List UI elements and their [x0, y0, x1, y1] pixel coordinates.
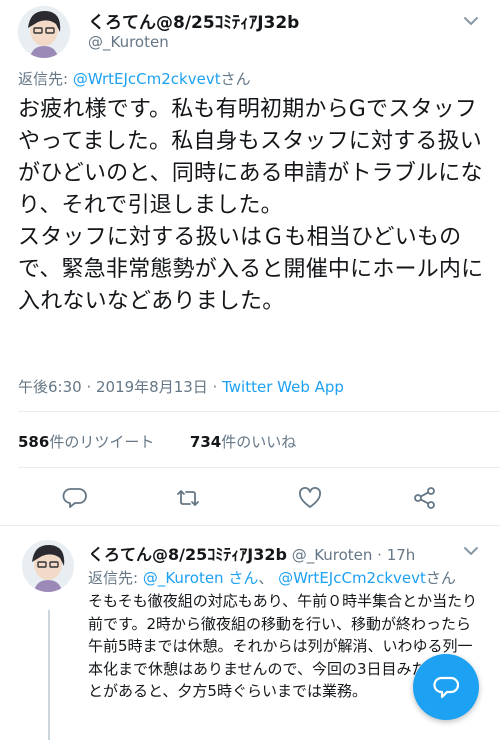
compose-button[interactable]: [413, 654, 479, 720]
reply-to-user-link[interactable]: @WrtEJcCm2ckvevt: [278, 569, 426, 587]
reply-header: くろてん@8/25ｺﾐﾃｨｱJ32b @_Kuroten · 17h: [88, 541, 415, 565]
action-bar: [0, 485, 500, 515]
reply-to-line: 返信先: @_Kuroten さん、 @WrtEJcCm2ckvevtさん: [88, 567, 456, 588]
tweet-text: お疲れ様です。私も有明初期からGでスタッフやってました。私自身もスタッフに対する…: [18, 94, 484, 318]
source-app-link[interactable]: Twitter Web App: [222, 378, 344, 396]
reply-to-line: 返信先: @WrtEJcCm2ckvevtさん: [18, 68, 251, 89]
user-handle-time[interactable]: @_Kuroten · 17h: [287, 546, 416, 564]
compose-icon: [433, 676, 460, 699]
tweet-timestamp: 午後6:30 · 2019年8月13日 · Twitter Web App: [18, 376, 344, 397]
reply-to-prefix: 返信先:: [88, 569, 143, 587]
main-tweet: くろてん@8/25ｺﾐﾃｨｱJ32b @_Kuroten 返信先: @WrtEJ…: [0, 0, 500, 526]
engagement-stats: 586件のリツイート 734件のいいね: [18, 431, 296, 452]
reply-to-suffix: さん: [425, 569, 456, 587]
user-handle[interactable]: @_Kuroten: [88, 33, 169, 51]
timestamp-text[interactable]: 午後6:30 · 2019年8月13日 ·: [18, 378, 222, 396]
reply-to-user-link[interactable]: @_Kuroten さん: [143, 569, 259, 587]
chevron-down-icon[interactable]: [460, 10, 482, 32]
retweet-stat[interactable]: 586件のリツイート: [18, 433, 154, 451]
like-count: 734: [189, 433, 222, 451]
like-label: 件のいいね: [221, 433, 297, 451]
avatar[interactable]: [22, 540, 74, 592]
retweet-icon[interactable]: [175, 485, 201, 511]
display-name[interactable]: くろてん@8/25ｺﾐﾃｨｱJ32b: [88, 8, 299, 33]
retweet-count: 586: [18, 433, 50, 451]
heart-icon[interactable]: [297, 485, 323, 511]
share-icon[interactable]: [412, 485, 438, 511]
reply-to-suffix: さん: [220, 70, 251, 88]
reply-to-separator: 、: [258, 569, 279, 587]
reply-to-prefix: 返信先:: [18, 70, 73, 88]
tweet-paragraph: スタッフに対する扱いはＧも相当ひどいもので、緊急非常態勢が入ると開催中にホール内…: [18, 225, 484, 314]
chevron-down-icon[interactable]: [460, 540, 482, 562]
divider: [18, 467, 500, 468]
avatar[interactable]: [18, 6, 70, 58]
reply-icon[interactable]: [62, 485, 88, 511]
like-stat[interactable]: 734件のいいね: [190, 433, 296, 451]
divider: [18, 411, 500, 412]
display-name[interactable]: くろてん@8/25ｺﾐﾃｨｱJ32b: [88, 545, 287, 564]
retweet-label: 件のリツイート: [49, 433, 155, 451]
tweet-paragraph: お疲れ様です。私も有明初期からGでスタッフやってました。私自身もスタッフに対する…: [18, 97, 483, 218]
reply-to-user-link[interactable]: @WrtEJcCm2ckvevt: [73, 70, 221, 88]
thread-line: [48, 610, 50, 740]
